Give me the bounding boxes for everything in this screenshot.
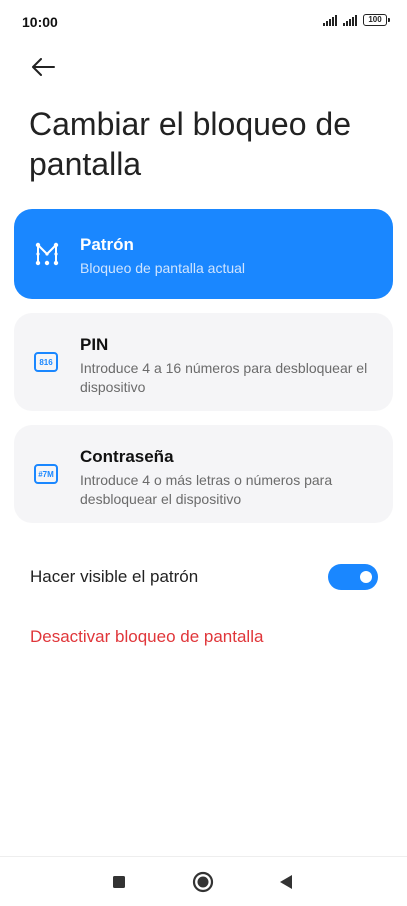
circle-icon bbox=[192, 871, 214, 893]
option-title: Patrón bbox=[80, 235, 134, 254]
back-button[interactable] bbox=[26, 50, 60, 84]
option-description: Introduce 4 a 16 números para desbloquea… bbox=[80, 360, 368, 395]
square-icon bbox=[113, 876, 125, 888]
option-title: Contraseña bbox=[80, 447, 174, 466]
battery-icon: 100 bbox=[363, 14, 390, 26]
signal-icon bbox=[343, 14, 357, 26]
status-bar: 10:00 100 bbox=[0, 0, 407, 44]
triangle-back-icon bbox=[280, 875, 292, 889]
option-pattern[interactable]: Patrón Bloqueo de pantalla actual bbox=[14, 209, 393, 299]
screen: 10:00 100 Cambiar el bloqueo de pantalla… bbox=[0, 0, 407, 906]
visible-pattern-toggle[interactable] bbox=[328, 564, 378, 590]
option-description: Introduce 4 o más letras o números para … bbox=[80, 472, 333, 507]
arrow-left-icon bbox=[32, 58, 55, 76]
option-title: PIN bbox=[80, 335, 109, 354]
visible-pattern-label: Hacer visible el patrón bbox=[30, 567, 199, 586]
status-time: 10:00 bbox=[22, 14, 58, 30]
signal-icon bbox=[323, 14, 337, 26]
home-button[interactable] bbox=[190, 869, 216, 895]
page-title: Cambiar el bloqueo de pantalla bbox=[29, 106, 351, 182]
status-icons: 100 bbox=[323, 14, 390, 26]
visible-pattern-row[interactable]: Hacer visible el patrón bbox=[30, 558, 378, 594]
navigation-bar bbox=[0, 856, 407, 906]
disable-lock-button[interactable]: Desactivar bloqueo de pantalla bbox=[30, 627, 263, 647]
recent-apps-button[interactable] bbox=[106, 869, 132, 895]
option-password[interactable]: #7M Contraseña Introduce 4 o más letras … bbox=[14, 425, 393, 523]
password-icon: #7M bbox=[34, 464, 58, 484]
pin-icon: 816 bbox=[34, 352, 58, 372]
option-pin[interactable]: 816 PIN Introduce 4 a 16 números para de… bbox=[14, 313, 393, 411]
back-nav-button[interactable] bbox=[273, 869, 299, 895]
pattern-icon bbox=[35, 242, 59, 266]
toggle-knob bbox=[360, 571, 372, 583]
option-description: Bloqueo de pantalla actual bbox=[80, 260, 246, 276]
